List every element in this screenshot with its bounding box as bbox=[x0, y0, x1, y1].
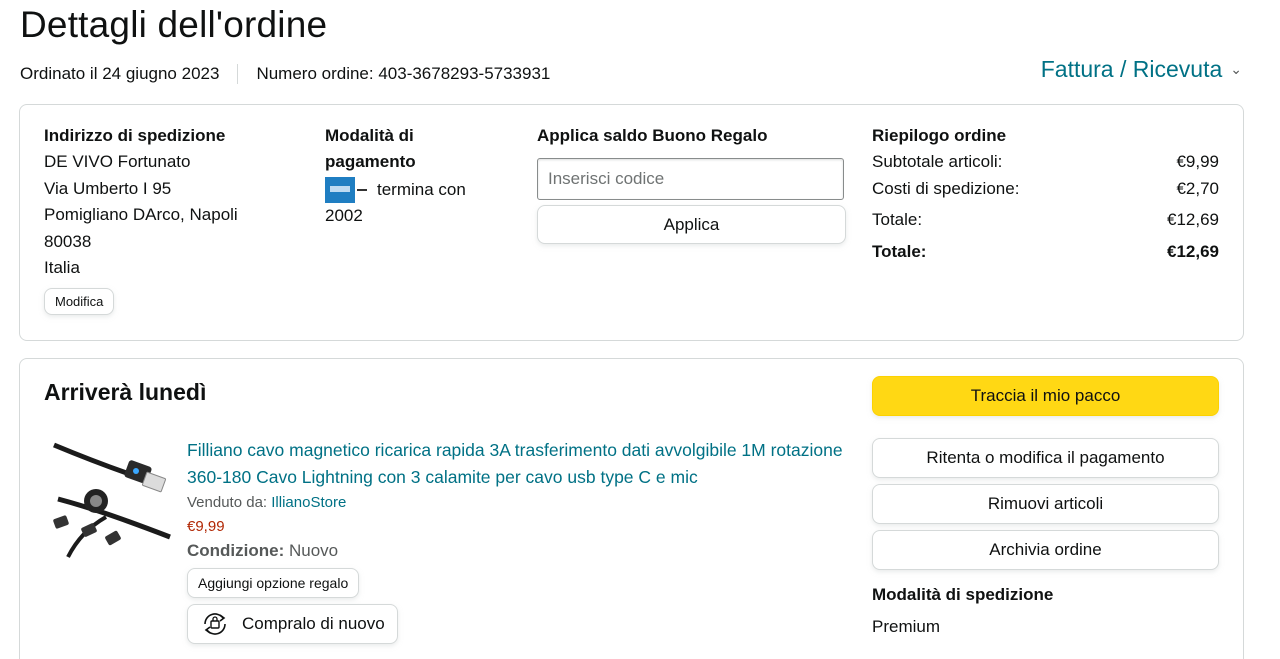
product-condition: Condizione: Nuovo bbox=[187, 541, 847, 561]
arrival-heading: Arriverà lunedì bbox=[44, 379, 207, 405]
payment-section: Modalità di pagamento termina con 2002 bbox=[325, 123, 505, 230]
shipping-method-value: Premium bbox=[872, 617, 941, 636]
summary-title: Riepilogo ordine bbox=[872, 126, 1007, 145]
buy-again-label[interactable]: Compralo di nuovo bbox=[242, 614, 385, 634]
summary-row-shipping: Costi di spedizione: €2,70 bbox=[872, 176, 1219, 203]
order-date: Ordinato il 24 giugno 2023 bbox=[20, 64, 220, 83]
address-zip: 80038 bbox=[44, 231, 92, 251]
order-meta: Ordinato il 24 giugno 2023 Numero ordine… bbox=[20, 64, 550, 84]
card-ending-text: termina con bbox=[377, 180, 466, 199]
condition-value: Nuovo bbox=[289, 541, 339, 560]
address-street: Via Umberto I 95 bbox=[44, 178, 172, 198]
amex-card-icon bbox=[325, 177, 369, 203]
retry-payment-button[interactable]: Ritenta o modifica il pagamento bbox=[872, 438, 1219, 478]
page-title: Dettagli dell'ordine bbox=[20, 4, 328, 45]
shipping-address-section: Indirizzo di spedizione DE VIVO Fortunat… bbox=[44, 123, 284, 315]
gift-code-input[interactable] bbox=[537, 158, 844, 200]
address-name: DE VIVO Fortunato bbox=[44, 152, 191, 171]
remove-items-button[interactable]: Rimuovi articoli bbox=[872, 484, 1219, 524]
shipment-card: Arriverà lunedì Filliano cavo magnetico … bbox=[19, 358, 1244, 659]
sold-by-label: Venduto da: bbox=[187, 494, 268, 511]
invoice-link-label[interactable]: Fattura / Ricevuta bbox=[1041, 56, 1223, 83]
chevron-down-icon[interactable]: ⌄ bbox=[1230, 61, 1242, 78]
summary-value: €9,99 bbox=[1176, 152, 1219, 171]
add-gift-option-button[interactable]: Aggiungi opzione regalo bbox=[187, 568, 360, 598]
order-info-card: Indirizzo di spedizione DE VIVO Fortunat… bbox=[19, 104, 1244, 341]
buy-again-icon bbox=[204, 613, 226, 635]
shipping-address-title: Indirizzo di spedizione bbox=[44, 126, 226, 145]
buy-again-button[interactable]: Compralo di nuovo bbox=[187, 604, 398, 644]
summary-label: Subtotale articoli: bbox=[872, 152, 1003, 171]
condition-label: Condizione: bbox=[187, 541, 285, 560]
gift-card-section: Applica saldo Buono Regalo Applica bbox=[537, 123, 847, 244]
summary-label: Costi di spedizione: bbox=[872, 178, 1020, 198]
divider bbox=[237, 64, 239, 84]
payment-title: Modalità di pagamento bbox=[325, 126, 416, 171]
summary-label: Totale: bbox=[872, 241, 927, 261]
product-info: Filliano cavo magnetico ricarica rapida … bbox=[187, 437, 847, 644]
summary-row-grand-total: Totale: €12,69 bbox=[872, 239, 1219, 266]
order-number: Numero ordine: 403-3678293-5733931 bbox=[256, 64, 551, 83]
product-title-link[interactable]: Filliano cavo magnetico ricarica rapida … bbox=[187, 437, 847, 491]
shipping-method-title: Modalità di spedizione bbox=[872, 585, 1054, 604]
gift-card-title: Applica saldo Buono Regalo bbox=[537, 126, 768, 145]
track-package-button[interactable]: Traccia il mio pacco bbox=[872, 376, 1219, 416]
address-city: Pomigliano DArco, Napoli bbox=[44, 205, 238, 224]
seller-link[interactable]: IllianoStore bbox=[271, 494, 346, 511]
order-summary: Riepilogo ordine Subtotale articoli: €9,… bbox=[872, 123, 1219, 265]
summary-row-total: Totale: €12,69 bbox=[872, 207, 1219, 234]
product-price: €9,99 bbox=[187, 518, 225, 535]
summary-label: Totale: bbox=[872, 210, 923, 229]
order-actions: Traccia il mio pacco Ritenta o modifica … bbox=[872, 376, 1219, 640]
invoice-dropdown[interactable]: Fattura / Ricevuta ⌄ bbox=[1041, 56, 1242, 83]
edit-address-button[interactable]: Modifica bbox=[44, 287, 115, 315]
apply-gift-button[interactable]: Applica bbox=[537, 205, 846, 244]
address-country: Italia bbox=[44, 258, 80, 277]
summary-value: €2,70 bbox=[1176, 178, 1219, 198]
sold-by: Venduto da: IllianoStore bbox=[187, 494, 847, 511]
summary-value: €12,69 bbox=[1167, 210, 1219, 229]
payment-card-line: termina con bbox=[325, 177, 505, 203]
archive-order-button[interactable]: Archivia ordine bbox=[872, 530, 1219, 570]
summary-value: €12,69 bbox=[1167, 241, 1219, 261]
product-image[interactable] bbox=[48, 437, 174, 562]
card-last-digits: 2002 bbox=[325, 206, 363, 225]
summary-row-subtotal: Subtotale articoli: €9,99 bbox=[872, 149, 1219, 176]
